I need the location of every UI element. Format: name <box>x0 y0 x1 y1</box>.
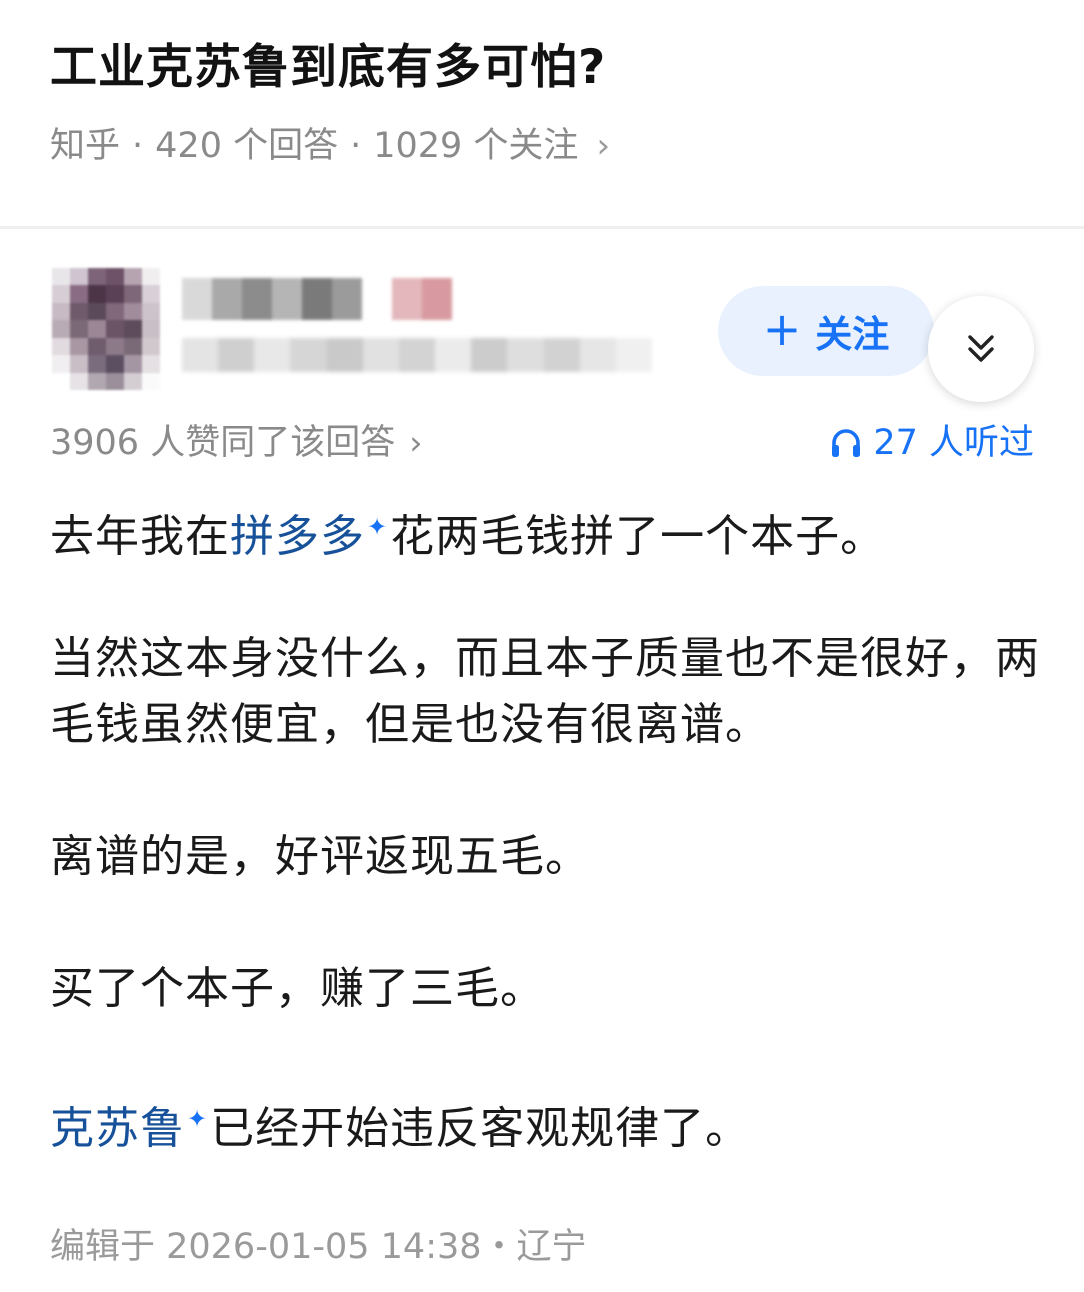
chevron-right-icon: › <box>409 423 423 462</box>
divider <box>0 226 1084 229</box>
follow-label: 关注 <box>815 313 890 356</box>
question-title[interactable]: 工业克苏鲁到底有多可怕? <box>50 36 606 100</box>
follower-count: 1029 个关注 <box>373 126 579 166</box>
question-meta[interactable]: 知乎 · 420 个回答 · 1029 个关注 › <box>50 122 610 170</box>
answer-paragraph: 当然这本身没什么，而且本子质量也不是很好，两毛钱虽然便宜，但是也没有很离谱。 <box>50 633 1040 750</box>
sparkle-icon: ✦ <box>187 1105 209 1133</box>
keyword-link[interactable]: 拼多多 <box>230 511 365 562</box>
answer-count: 420 个回答 <box>155 126 339 166</box>
author-description <box>182 338 653 372</box>
double-chevron-down-icon <box>968 335 994 362</box>
follow-button[interactable]: + 关注 <box>718 286 934 376</box>
keyword-link[interactable]: 克苏鲁 <box>50 1103 185 1154</box>
edit-timestamp: 编辑于 2026-01-05 14:38・辽宁 <box>50 1227 587 1267</box>
vote-count-label: 3906 人赞同了该回答 <box>50 423 396 463</box>
source-label: 知乎 <box>50 126 121 166</box>
paragraph-text: 花两毛钱拼了一个本子。 <box>390 511 886 562</box>
chevron-right-icon: › <box>596 126 611 166</box>
paragraph-text: 去年我在 <box>50 511 230 562</box>
author-name[interactable] <box>182 278 452 320</box>
answer-paragraph: 离谱的是，好评返现五毛。 <box>50 831 590 882</box>
plus-icon: + <box>762 302 802 356</box>
answer-paragraph: 去年我在拼多多✦花两毛钱拼了一个本子。 <box>50 494 1040 570</box>
paragraph-text: 已经开始违反客观规律了。 <box>210 1103 751 1154</box>
avatar[interactable] <box>52 268 160 390</box>
meta-separator: · <box>132 126 144 166</box>
answer-paragraph: 买了个本子，赚了三毛。 <box>50 963 545 1014</box>
listen-count-label: 27 人听过 <box>873 423 1034 463</box>
answer-paragraph: 克苏鲁✦已经开始违反客观规律了。 <box>50 1086 1040 1162</box>
collapse-button[interactable] <box>928 296 1034 402</box>
meta-separator: · <box>350 126 362 166</box>
headphones-icon <box>832 429 861 457</box>
sparkle-icon: ✦ <box>367 513 389 541</box>
listen-count[interactable]: 27 人听过 <box>829 420 1034 466</box>
vote-count[interactable]: 3906 人赞同了该回答 › <box>50 420 422 466</box>
